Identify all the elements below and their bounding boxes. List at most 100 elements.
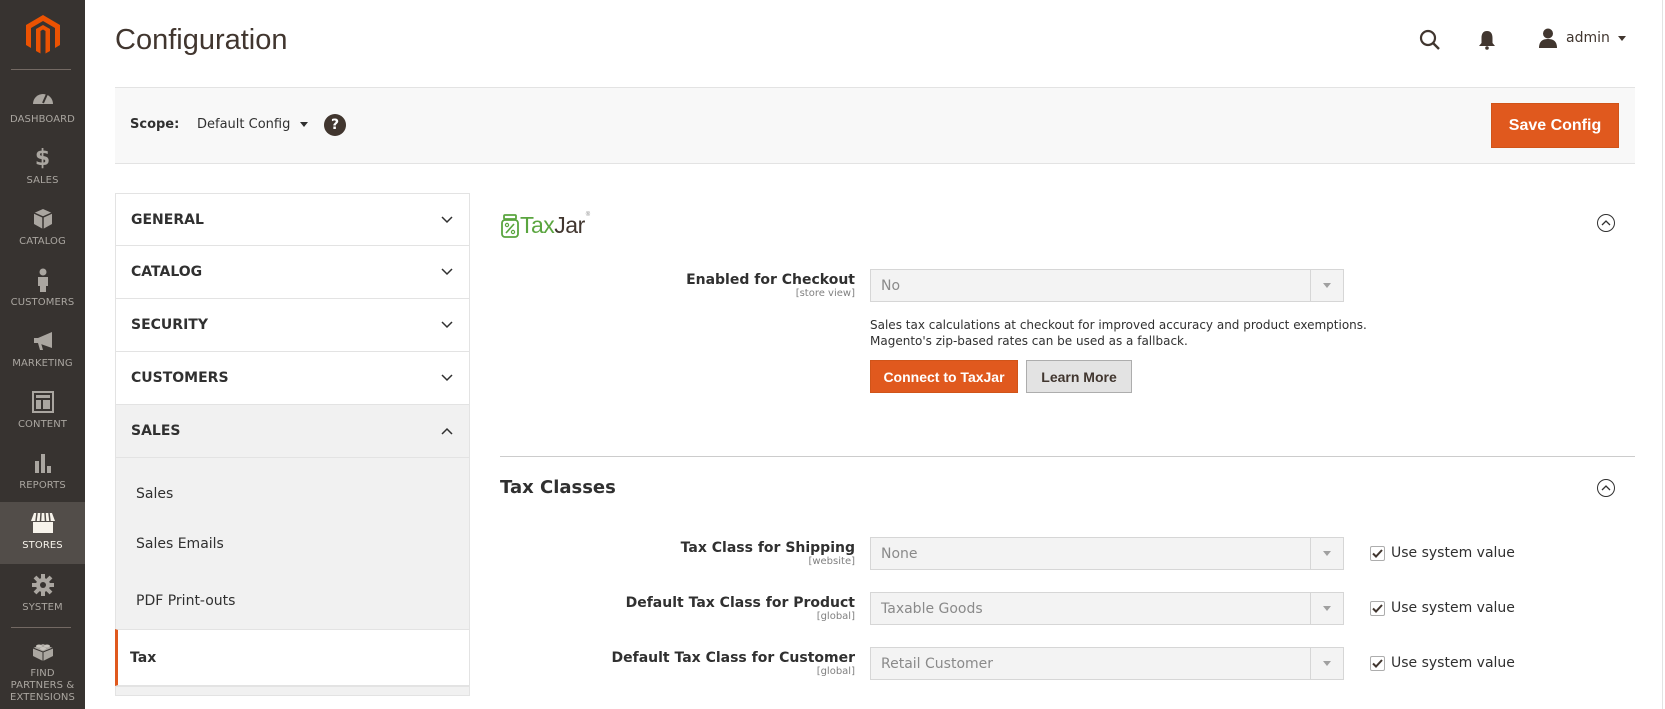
checkmark-icon bbox=[1372, 658, 1383, 668]
page-title: Configuration bbox=[115, 24, 288, 56]
tab-customers[interactable]: CUSTOMERS bbox=[115, 352, 470, 405]
enabled-for-checkout-select[interactable]: No bbox=[870, 269, 1344, 302]
bell-icon bbox=[1479, 31, 1495, 50]
field-label-text: Enabled for Checkout bbox=[686, 272, 855, 288]
scope-label: Scope: bbox=[130, 117, 180, 132]
taxjar-note: Sales tax calculations at checkout for i… bbox=[870, 317, 1367, 349]
tab-divider bbox=[115, 686, 470, 696]
use-system-value-checkbox[interactable]: Use system value bbox=[1370, 655, 1515, 671]
subtab-sales[interactable]: Sales bbox=[116, 458, 469, 515]
field-label: Enabled for Checkout [store view] bbox=[686, 272, 855, 300]
bar-chart-icon bbox=[30, 450, 56, 476]
field-label-text: Tax Class for Shipping bbox=[680, 540, 855, 556]
nav-item-content[interactable]: CONTENT bbox=[0, 381, 85, 443]
select-value: None bbox=[881, 545, 918, 562]
nav-item-system[interactable]: SYSTEM bbox=[0, 564, 85, 626]
collapse-tax-classes-button[interactable] bbox=[1597, 479, 1615, 497]
subtab-tax[interactable]: Tax bbox=[115, 629, 469, 686]
user-name: admin bbox=[1566, 30, 1610, 46]
chevron-up-icon bbox=[1601, 220, 1611, 226]
registered-mark: ® bbox=[585, 212, 590, 218]
field-label: Tax Class for Shipping [website] bbox=[681, 540, 855, 568]
field-label-text: Default Tax Class for Product bbox=[625, 595, 855, 611]
nav-item-catalog[interactable]: CATALOG bbox=[0, 198, 85, 260]
layout-icon bbox=[30, 389, 56, 415]
checkbox-label: Use system value bbox=[1391, 655, 1515, 671]
chevron-down-icon bbox=[1617, 35, 1626, 41]
subtab-pdf-printouts[interactable]: PDF Print-outs bbox=[116, 572, 469, 629]
default-tax-class-product-select[interactable]: Taxable Goods bbox=[870, 592, 1344, 625]
nav-item-stores[interactable]: STORES bbox=[0, 502, 85, 564]
chevron-up-icon bbox=[441, 427, 453, 435]
field-label: Default Tax Class for Product [global] bbox=[626, 595, 855, 623]
taxjar-logo: TaxJar® bbox=[500, 212, 590, 239]
page-edge bbox=[1662, 0, 1663, 709]
chevron-down-icon bbox=[1310, 593, 1343, 624]
connect-to-taxjar-button[interactable]: Connect to TaxJar bbox=[870, 360, 1018, 393]
chevron-down-icon bbox=[441, 321, 453, 329]
select-value: No bbox=[881, 277, 901, 294]
nav-divider bbox=[11, 69, 71, 70]
note-line: Sales tax calculations at checkout for i… bbox=[870, 318, 1367, 332]
help-icon[interactable]: ? bbox=[324, 114, 346, 136]
scope-switcher[interactable]: Default Config bbox=[197, 117, 309, 132]
field-scope: [store view] bbox=[795, 288, 855, 299]
collapse-taxjar-section-button[interactable] bbox=[1597, 214, 1615, 232]
nav-item-sales[interactable]: $ SALES bbox=[0, 137, 85, 199]
tab-catalog[interactable]: CATALOG bbox=[115, 246, 470, 299]
global-search-button[interactable] bbox=[1418, 28, 1442, 52]
learn-more-button[interactable]: Learn More bbox=[1026, 360, 1132, 393]
field-scope: [global] bbox=[816, 611, 855, 622]
scope-value: Default Config bbox=[197, 117, 291, 132]
box-icon bbox=[30, 206, 56, 232]
tab-security[interactable]: SECURITY bbox=[115, 299, 470, 352]
nav-divider bbox=[11, 627, 71, 628]
checkbox-checked[interactable] bbox=[1370, 600, 1385, 616]
admin-nav: DASHBOARD $ SALES CATALOG CUSTOMERS MARK… bbox=[0, 0, 85, 709]
lego-brick-icon bbox=[30, 638, 56, 664]
config-tabs: GENERAL CATALOG SECURITY CUSTOMERS SALES… bbox=[115, 193, 470, 696]
checkmark-icon bbox=[1372, 603, 1383, 613]
tax-class-shipping-select[interactable]: None bbox=[870, 537, 1344, 570]
checkbox-label: Use system value bbox=[1391, 545, 1515, 561]
subtab-sales-emails[interactable]: Sales Emails bbox=[116, 515, 469, 572]
field-scope: [global] bbox=[816, 666, 855, 677]
chevron-down-icon bbox=[441, 215, 453, 223]
search-icon bbox=[1419, 29, 1440, 50]
taxjar-wordmark-jar: Jar bbox=[554, 212, 585, 238]
chevron-down-icon bbox=[441, 374, 453, 382]
chevron-down-icon bbox=[441, 268, 453, 276]
nav-item-customers[interactable]: CUSTOMERS bbox=[0, 259, 85, 321]
dollar-icon: $ bbox=[34, 145, 51, 171]
taxjar-wordmark: TaxJar® bbox=[520, 212, 590, 239]
field-scope: [website] bbox=[808, 556, 855, 567]
use-system-value-checkbox[interactable]: Use system value bbox=[1370, 545, 1515, 561]
nav-item-marketing[interactable]: MARKETING bbox=[0, 320, 85, 382]
chevron-down-icon bbox=[1310, 538, 1343, 569]
sales-subtabs: Sales Sales Emails PDF Print-outs Tax bbox=[115, 458, 470, 686]
checkbox-checked[interactable] bbox=[1370, 655, 1385, 671]
nav-item-dashboard[interactable]: DASHBOARD bbox=[0, 76, 85, 138]
save-config-button[interactable]: Save Config bbox=[1491, 103, 1619, 148]
tax-classes-title[interactable]: Tax Classes bbox=[500, 477, 616, 498]
taxjar-jar-icon bbox=[501, 213, 519, 238]
checkbox-checked[interactable] bbox=[1370, 545, 1385, 561]
nav-item-reports[interactable]: REPORTS bbox=[0, 442, 85, 504]
storefront-icon bbox=[30, 510, 56, 536]
chevron-up-icon bbox=[1601, 485, 1611, 491]
magento-logo[interactable] bbox=[0, 0, 85, 70]
select-value: Taxable Goods bbox=[881, 600, 983, 617]
use-system-value-checkbox[interactable]: Use system value bbox=[1370, 600, 1515, 616]
chevron-down-icon bbox=[1310, 648, 1343, 679]
field-label: Default Tax Class for Customer [global] bbox=[611, 650, 855, 678]
note-line: Magento's zip-based rates can be used as… bbox=[870, 334, 1188, 348]
person-icon bbox=[30, 267, 56, 293]
default-tax-class-customer-select[interactable]: Retail Customer bbox=[870, 647, 1344, 680]
tab-sales[interactable]: SALES bbox=[115, 405, 470, 458]
nav-item-find-partners[interactable]: FIND PARTNERS & EXTENSIONS bbox=[0, 630, 85, 708]
taxjar-wordmark-tax: Tax bbox=[520, 212, 555, 238]
tab-general[interactable]: GENERAL bbox=[115, 193, 470, 246]
notifications-button[interactable] bbox=[1477, 29, 1497, 51]
user-menu[interactable]: admin bbox=[1538, 28, 1626, 48]
magento-logo-icon bbox=[25, 15, 60, 54]
